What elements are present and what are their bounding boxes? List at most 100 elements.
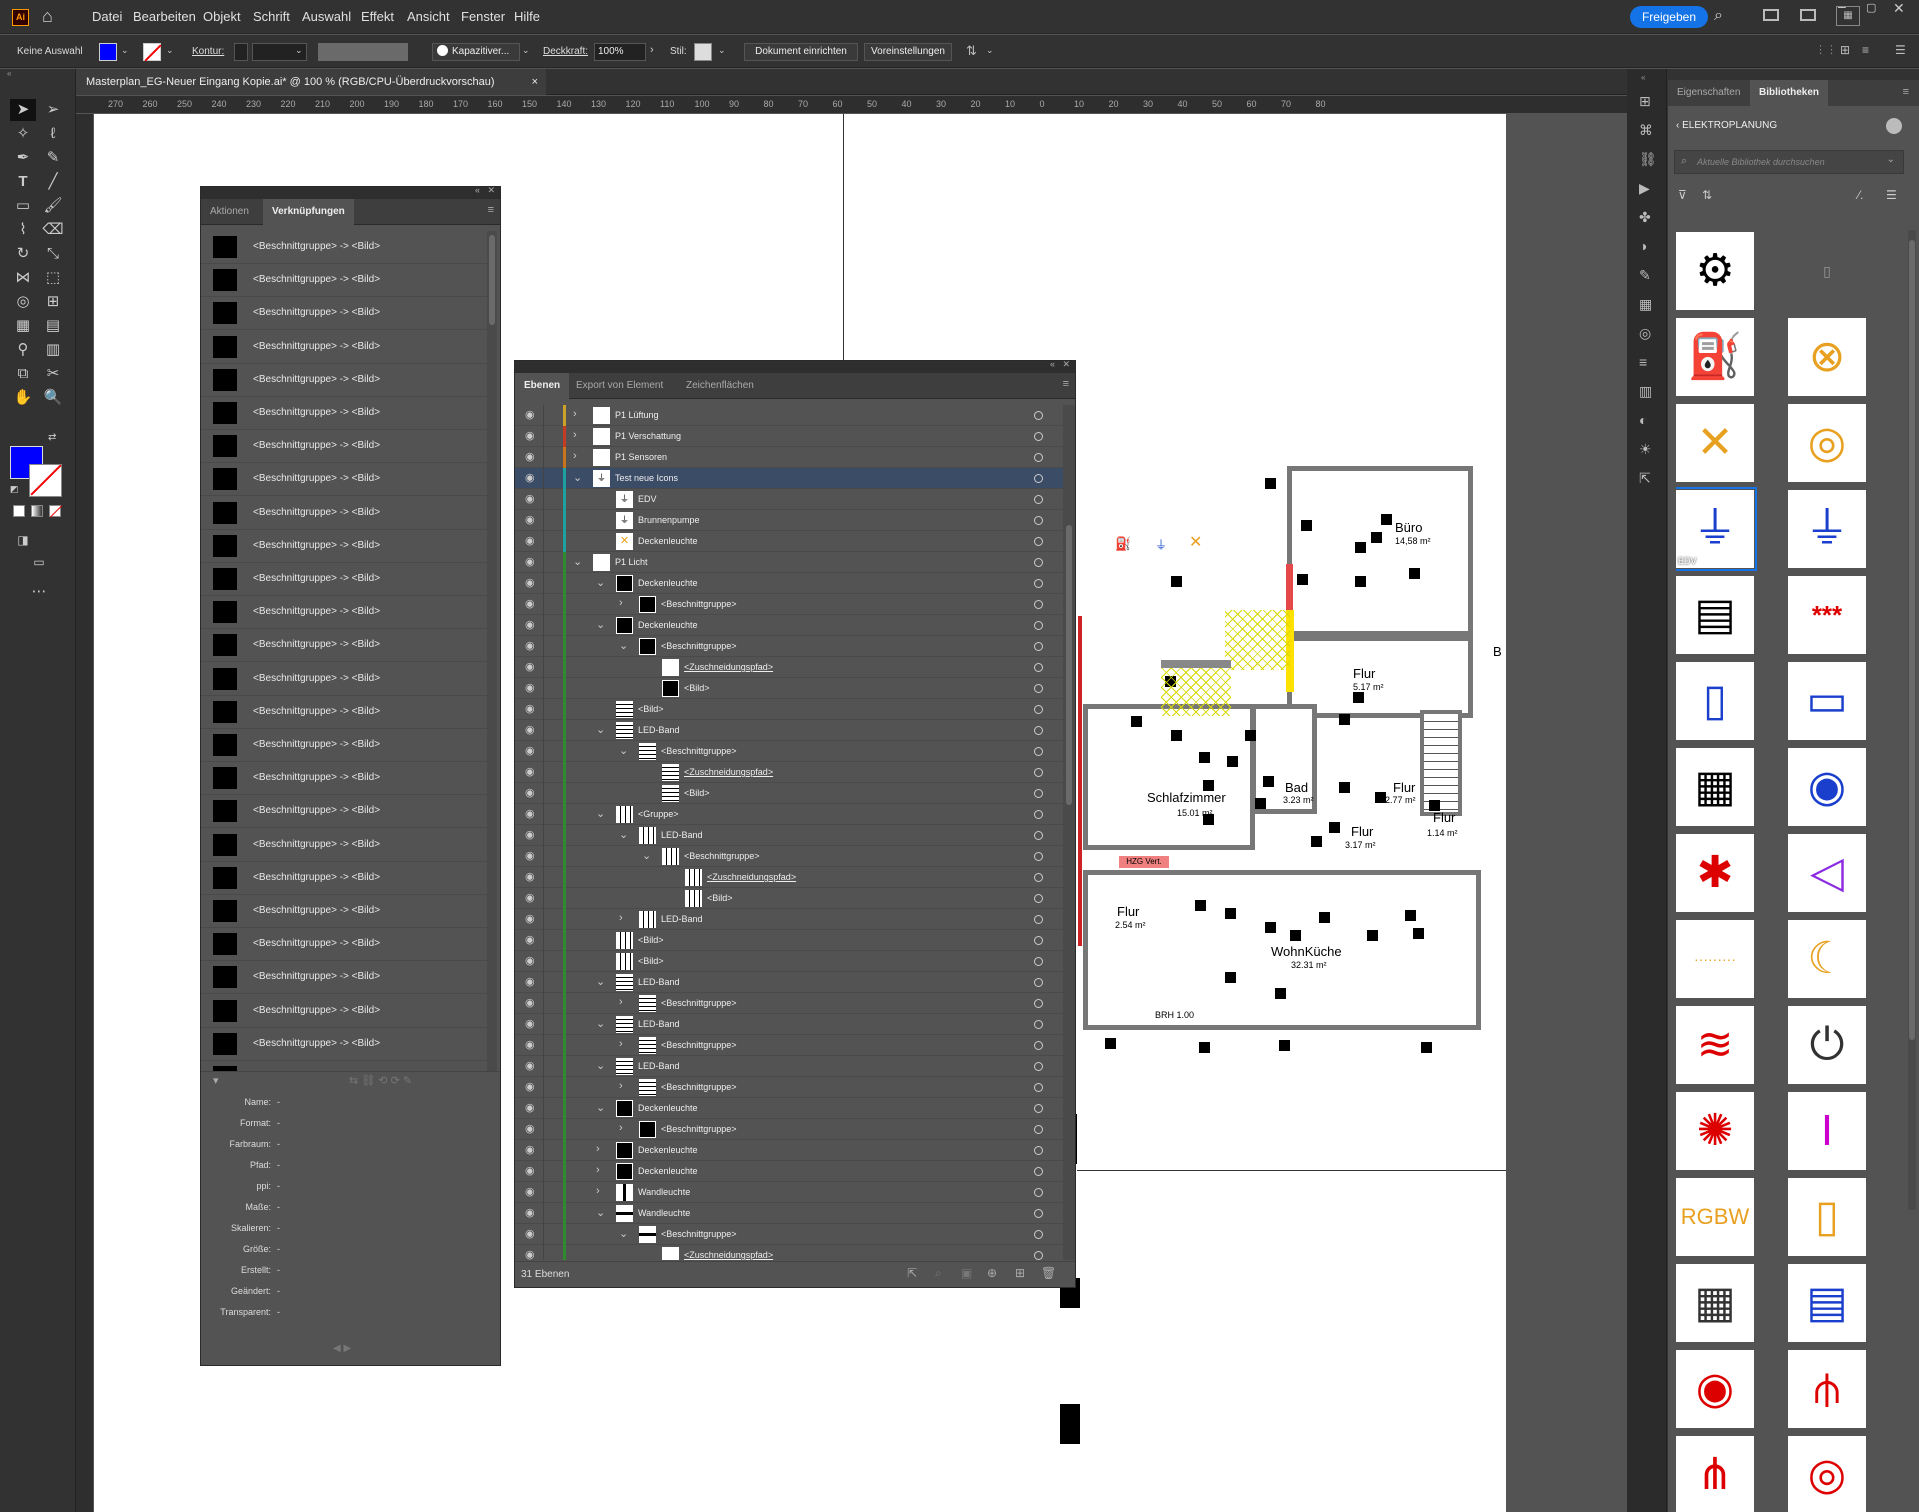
window-minimize-icon[interactable]: ‒ xyxy=(1838,0,1846,14)
layer-row[interactable]: ◉ <Zuschneidungspfad> xyxy=(515,867,1063,888)
target-circle-icon[interactable] xyxy=(1034,1104,1043,1113)
layer-name[interactable]: Test neue Icons xyxy=(615,473,678,483)
lock-column[interactable] xyxy=(543,489,544,510)
layer-row[interactable]: ◉ ⌄ <Beschnittgruppe> xyxy=(515,846,1063,867)
swatches-dock-icon[interactable]: ▦ xyxy=(1639,296,1652,313)
light-symbol[interactable] xyxy=(1429,800,1440,811)
links-scrollbar[interactable] xyxy=(487,231,497,1071)
chevron-down-icon[interactable]: ⌄ xyxy=(619,744,628,757)
tab-export-von-element[interactable]: Export von Element xyxy=(567,373,672,399)
visibility-eye-icon[interactable]: ◉ xyxy=(525,1101,535,1114)
layer-name[interactable]: <Bild> xyxy=(684,683,710,693)
library-scrollbar[interactable] xyxy=(1908,230,1916,1210)
visibility-eye-icon[interactable]: ◉ xyxy=(525,723,535,736)
target-circle-icon[interactable] xyxy=(1034,453,1043,462)
light-symbol[interactable] xyxy=(1421,1042,1432,1053)
target-circle-icon[interactable] xyxy=(1034,432,1043,441)
library-item[interactable]: ········· xyxy=(1676,920,1754,998)
chevron-right-icon[interactable]: › xyxy=(573,450,577,462)
link-item[interactable]: <Beschnittgruppe> -> <Bild> xyxy=(201,862,489,895)
visibility-eye-icon[interactable]: ◉ xyxy=(525,450,535,463)
shaper-tool-icon[interactable]: ⌇ xyxy=(10,219,36,241)
visibility-eye-icon[interactable]: ◉ xyxy=(525,891,535,904)
link-item[interactable]: <Beschnittgruppe> -> <Bild> xyxy=(201,497,489,530)
new-sublayer-icon[interactable]: ⊕ xyxy=(987,1266,997,1280)
layer-row[interactable]: ◉ <Bild> xyxy=(515,783,1063,804)
layer-row[interactable]: ◉ › <Beschnittgruppe> xyxy=(515,1035,1063,1056)
stroke-weight-dropdown-icon[interactable]: ⌄ xyxy=(295,45,303,56)
light-symbol[interactable] xyxy=(1131,716,1142,727)
library-item[interactable]: ⫛ xyxy=(1788,1350,1866,1428)
visibility-eye-icon[interactable]: ◉ xyxy=(525,954,535,967)
target-circle-icon[interactable] xyxy=(1034,579,1043,588)
library-item[interactable]: ≋ xyxy=(1676,1006,1754,1084)
light-symbol[interactable] xyxy=(1263,776,1274,787)
grid-view-icon[interactable]: ⁄. xyxy=(1858,188,1863,202)
graphic-styles-dock-icon[interactable]: ◑ xyxy=(1639,238,1647,254)
link-item[interactable]: <Beschnittgruppe> -> <Bild> xyxy=(201,264,489,298)
menu-auswahl[interactable]: Auswahl xyxy=(302,9,351,24)
visibility-eye-icon[interactable]: ◉ xyxy=(525,408,535,421)
target-circle-icon[interactable] xyxy=(1034,1125,1043,1134)
preferences-button[interactable]: Voreinstellungen xyxy=(864,43,952,61)
chevron-down-icon[interactable]: ⌄ xyxy=(596,618,605,631)
light-symbol[interactable] xyxy=(1301,520,1312,531)
draw-mode-icon[interactable]: ◨ xyxy=(10,529,36,551)
chevron-down-icon[interactable]: ⌄ xyxy=(596,975,605,988)
layer-row[interactable]: ◉ › P1 Verschattung xyxy=(515,426,1063,447)
visibility-eye-icon[interactable]: ◉ xyxy=(525,1143,535,1156)
link-item[interactable]: <Beschnittgruppe> -> <Bild> xyxy=(201,331,489,364)
light-symbol[interactable] xyxy=(1171,730,1182,741)
visibility-eye-icon[interactable]: ◉ xyxy=(525,534,535,547)
target-circle-icon[interactable] xyxy=(1034,789,1043,798)
layer-row[interactable]: ◉ ⌄ LED-Band xyxy=(515,972,1063,993)
curvature-tool-icon[interactable]: ✎ xyxy=(40,147,66,169)
lock-column[interactable] xyxy=(543,783,544,804)
lock-column[interactable] xyxy=(543,846,544,867)
brush-definition-dropdown[interactable]: Kapazitiver... xyxy=(432,43,520,61)
chevron-down-icon[interactable]: ⌄ xyxy=(596,807,605,820)
layer-row[interactable]: ◉ ⌄ Deckenleuchte xyxy=(515,1098,1063,1119)
layer-name[interactable]: P1 Verschattung xyxy=(615,431,681,441)
light-symbol[interactable] xyxy=(1375,792,1386,803)
target-circle-icon[interactable] xyxy=(1034,558,1043,567)
layer-name[interactable]: <Bild> xyxy=(707,893,733,903)
rectangle-tool-icon[interactable]: ▭ xyxy=(10,195,36,217)
collapse-icon[interactable]: « xyxy=(1050,359,1055,369)
layer-name[interactable]: Wandleuchte xyxy=(638,1208,690,1218)
visibility-eye-icon[interactable]: ◉ xyxy=(525,1185,535,1198)
chevron-right-icon[interactable]: › xyxy=(619,1080,623,1092)
perspective-grid-tool-icon[interactable]: ⊞ xyxy=(40,291,66,313)
light-symbol[interactable] xyxy=(1409,568,1420,579)
visibility-eye-icon[interactable]: ◉ xyxy=(525,660,535,673)
chevron-down-icon[interactable]: ⌄ xyxy=(596,1101,605,1114)
library-item[interactable]: *** xyxy=(1788,576,1866,654)
menu-hilfe[interactable]: Hilfe xyxy=(514,9,540,24)
link-item[interactable]: <Beschnittgruppe> -> <Bild> xyxy=(201,629,489,663)
target-circle-icon[interactable] xyxy=(1034,1146,1043,1155)
target-circle-icon[interactable] xyxy=(1034,768,1043,777)
layer-row[interactable]: ◉ ⌄ Deckenleuchte xyxy=(515,573,1063,594)
kontur-label[interactable]: Kontur: xyxy=(192,46,224,57)
workspace-icon[interactable] xyxy=(1800,9,1816,21)
lock-column[interactable] xyxy=(543,447,544,468)
target-circle-icon[interactable] xyxy=(1034,600,1043,609)
symbols-dock-icon[interactable]: ✤ xyxy=(1639,209,1651,226)
layer-name[interactable]: <Bild> xyxy=(638,935,664,945)
library-item[interactable]: ✕ xyxy=(1676,404,1754,482)
library-item[interactable]: I xyxy=(1788,1092,1866,1170)
link-item[interactable]: <Beschnittgruppe> -> <Bild> xyxy=(201,563,489,596)
library-back[interactable]: ‹ ELEKTROPLANUNG xyxy=(1676,120,1777,131)
library-item[interactable]: ▦ xyxy=(1676,1264,1754,1342)
actions-dock-icon[interactable]: ▶ xyxy=(1639,180,1650,197)
color-mode-icon[interactable] xyxy=(13,505,25,517)
lock-column[interactable] xyxy=(543,993,544,1014)
link-item[interactable]: <Beschnittgruppe> -> <Bild> xyxy=(201,1061,489,1071)
link-item[interactable]: <Beschnittgruppe> -> <Bild> xyxy=(201,530,489,563)
target-circle-icon[interactable] xyxy=(1034,642,1043,651)
library-item[interactable]: ⚙ xyxy=(1676,232,1754,310)
library-item[interactable]: ✺ xyxy=(1676,1092,1754,1170)
new-layer-icon[interactable]: ⊞ xyxy=(1015,1266,1025,1280)
library-item[interactable]: ▤ xyxy=(1676,576,1754,654)
panel-menu-icon[interactable]: ≡ xyxy=(1063,378,1069,390)
